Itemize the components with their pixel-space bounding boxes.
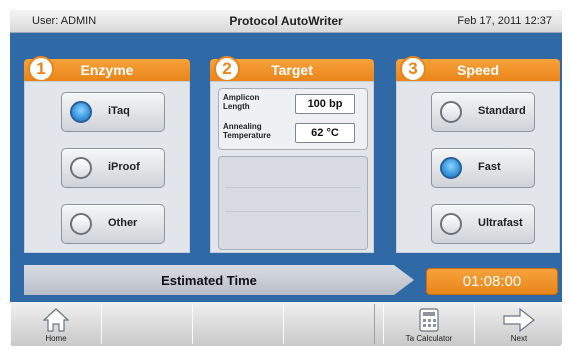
target-empty-area (218, 156, 368, 250)
target-panel-header: 2 Target (210, 56, 374, 82)
speed-option-fast[interactable]: Fast (431, 148, 535, 188)
ta-calculator-button[interactable]: Ta Calculator (383, 304, 475, 344)
option-label: Fast (478, 161, 501, 173)
target-panel-title: Target (271, 62, 313, 78)
annealing-temperature-field[interactable]: 62 °C (295, 123, 355, 143)
target-panel: 2 Target Amplicon Length 100 bp Annealin… (210, 56, 374, 253)
title-bar: User: ADMIN Protocol AutoWriter Feb 17, … (10, 10, 562, 33)
option-label: iTaq (108, 105, 130, 117)
bottom-toolbar: Home Ta Calculator Next (10, 302, 562, 346)
speed-panel-header: 3 Speed (396, 56, 560, 82)
ta-calculator-label: Ta Calculator (405, 334, 453, 343)
target-panel-body: Amplicon Length 100 bp Annealing Tempera… (210, 81, 374, 253)
speed-option-ultrafast[interactable]: Ultrafast (431, 204, 535, 244)
speed-panel-title: Speed (456, 62, 499, 78)
divider (225, 187, 361, 188)
calculator-icon (419, 308, 439, 332)
estimated-time-value: 01:08:00 (426, 268, 558, 295)
app-screen: User: ADMIN Protocol AutoWriter Feb 17, … (10, 10, 562, 346)
empty-slot (192, 304, 284, 344)
enzyme-panel-header: 1 Enzyme (24, 56, 190, 82)
enzyme-option-iproof[interactable]: iProof (61, 148, 165, 188)
next-label: Next (510, 334, 528, 343)
speed-option-standard[interactable]: Standard (431, 92, 535, 132)
enzyme-panel: 1 Enzyme iTaq iProof Other (24, 56, 190, 253)
arrow-right-icon (503, 308, 535, 332)
target-parameters: Amplicon Length 100 bp Annealing Tempera… (218, 88, 368, 150)
radio-unselected-icon (440, 213, 462, 235)
home-icon (43, 308, 69, 332)
datetime-label: Feb 17, 2011 12:37 (457, 15, 552, 27)
estimated-time-bar: Estimated Time (24, 265, 414, 295)
option-label: Ultrafast (478, 217, 523, 229)
radio-selected-icon (440, 157, 462, 179)
next-button[interactable]: Next (474, 304, 562, 344)
amplicon-length-field[interactable]: 100 bp (295, 94, 355, 114)
radio-unselected-icon (70, 213, 92, 235)
annealing-temperature-label: Annealing Temperature (223, 122, 271, 140)
option-label: iProof (108, 161, 140, 173)
radio-selected-icon (70, 101, 92, 123)
amplicon-length-label: Amplicon Length (223, 93, 260, 111)
empty-slot (283, 304, 375, 344)
radio-unselected-icon (440, 101, 462, 123)
divider (225, 211, 361, 212)
speed-panel-body: Standard Fast Ultrafast (396, 81, 560, 253)
home-button[interactable]: Home (10, 304, 102, 344)
option-label: Other (108, 217, 138, 229)
empty-slot (101, 304, 193, 344)
enzyme-option-itaq[interactable]: iTaq (61, 92, 165, 132)
option-label: Standard (478, 105, 526, 117)
enzyme-panel-title: Enzyme (80, 62, 134, 78)
enzyme-option-other[interactable]: Other (61, 204, 165, 244)
enzyme-panel-body: iTaq iProof Other (24, 81, 190, 253)
speed-panel: 3 Speed Standard Fast Ultrafast (396, 56, 560, 253)
home-label: Home (45, 334, 67, 343)
estimated-time-label: Estimated Time (161, 273, 257, 288)
radio-unselected-icon (70, 157, 92, 179)
